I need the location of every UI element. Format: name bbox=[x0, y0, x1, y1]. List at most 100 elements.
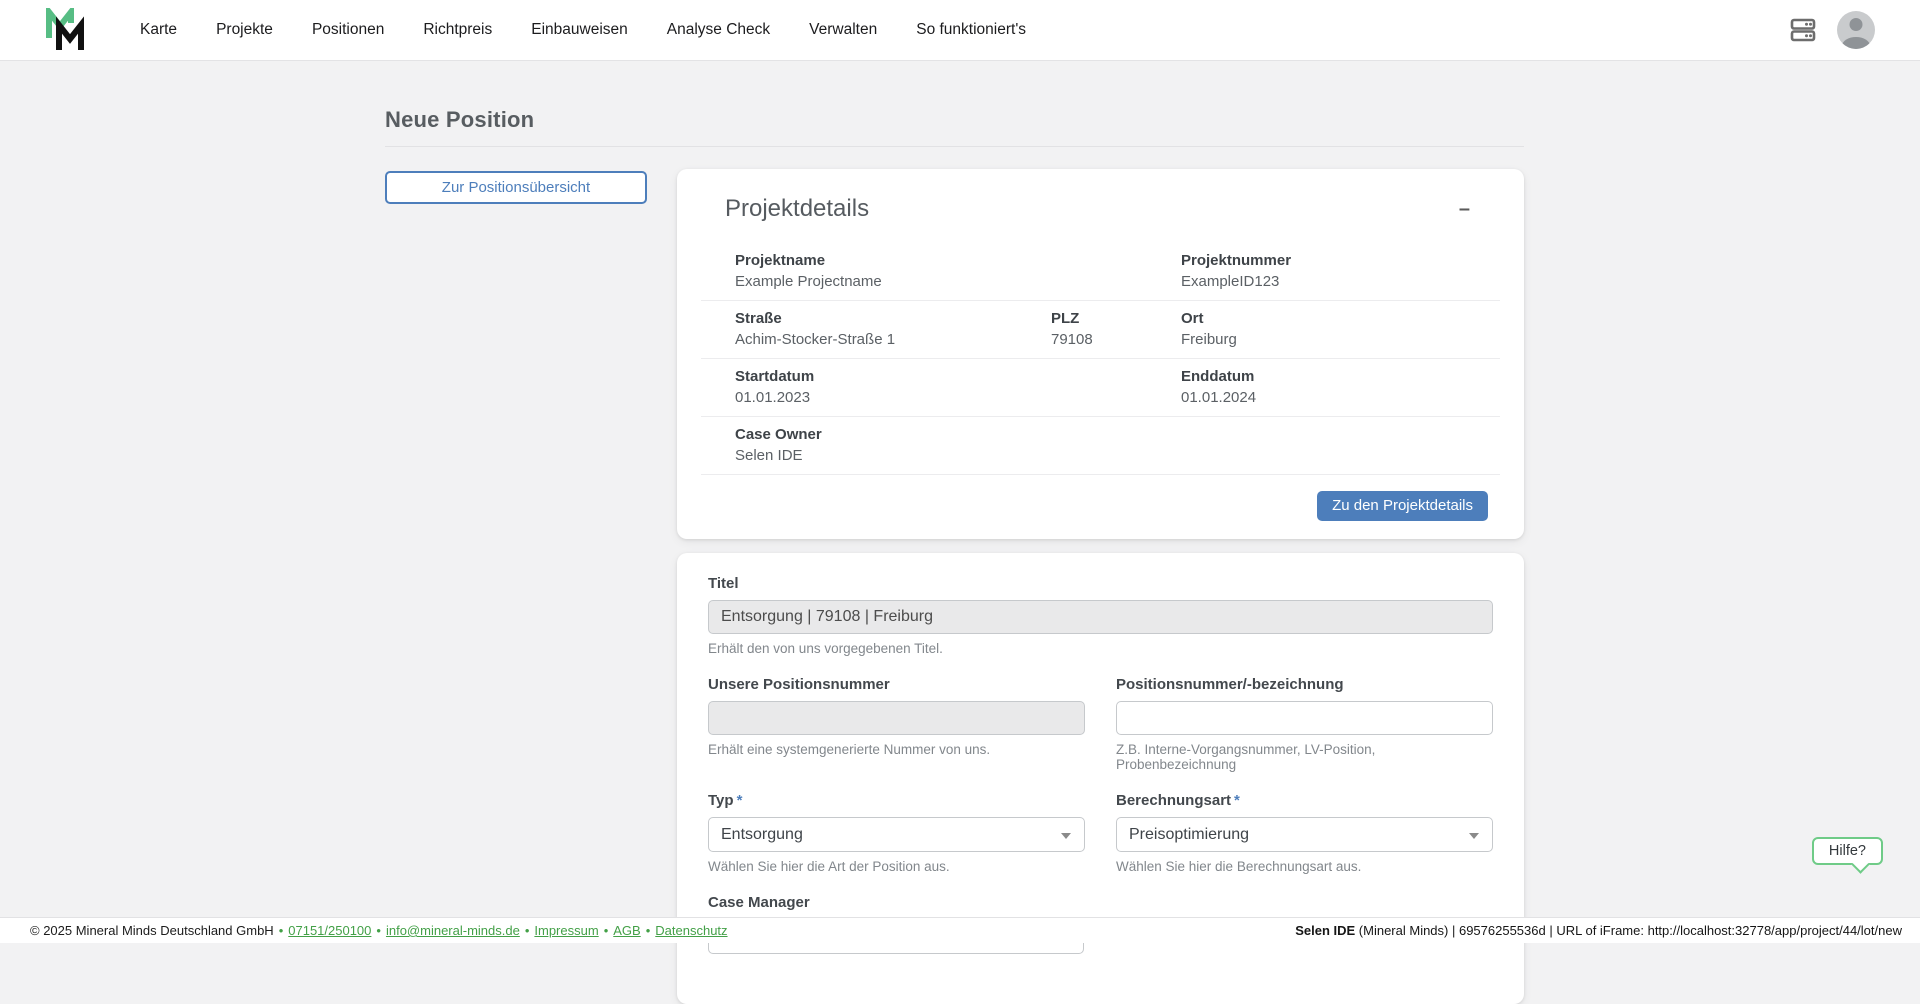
footer-separator: • bbox=[604, 923, 609, 938]
typ-label: Typ* bbox=[708, 792, 1085, 809]
field-value: Freiburg bbox=[1181, 331, 1500, 348]
our-position-number-input[interactable] bbox=[708, 701, 1085, 735]
chevron-down-icon bbox=[1469, 833, 1479, 839]
nav-item-projekte[interactable]: Projekte bbox=[216, 21, 273, 39]
field-label: Projektnummer bbox=[1181, 252, 1500, 269]
project-details-title: Projektdetails bbox=[725, 195, 869, 223]
nav-item-so-funktionierts[interactable]: So funktioniert's bbox=[916, 21, 1026, 39]
berechnungsart-label-text: Berechnungsart bbox=[1116, 792, 1231, 809]
footer-session-info: Selen IDE (Mineral Minds) | 69576255536d… bbox=[1295, 923, 1902, 938]
left-column: Zur Positionsübersicht bbox=[385, 169, 677, 1004]
field-label: Straße bbox=[735, 310, 1051, 327]
required-asterisk: * bbox=[1234, 792, 1240, 809]
nav-item-einbauweisen[interactable]: Einbauweisen bbox=[531, 21, 628, 39]
impressum-link[interactable]: Impressum bbox=[534, 923, 598, 938]
typ-selected-value: Entsorgung bbox=[721, 826, 803, 844]
avatar-body-icon bbox=[1842, 37, 1870, 49]
footer: © 2025 Mineral Minds Deutschland GmbH • … bbox=[0, 917, 1920, 943]
typ-field-group: Typ* Entsorgung Wählen Sie hier die Art … bbox=[708, 792, 1085, 874]
our-position-number-helper-text: Erhält eine systemgenerierte Nummer von … bbox=[708, 742, 1085, 757]
our-position-number-field-group: Unsere Positionsnummer Erhält eine syste… bbox=[708, 676, 1085, 772]
page-title: Neue Position bbox=[385, 107, 1524, 133]
nav-item-positionen[interactable]: Positionen bbox=[312, 21, 384, 39]
topbar-right-icons bbox=[1789, 11, 1875, 49]
main-content: Neue Position Zur Positionsübersicht Pro… bbox=[0, 61, 1920, 1004]
field-ort: Ort Freiburg bbox=[1181, 310, 1500, 348]
top-navigation-bar: Karte Projekte Positionen Richtpreis Ein… bbox=[0, 0, 1920, 61]
field-value: 01.01.2024 bbox=[1181, 389, 1500, 406]
footer-separator: • bbox=[646, 923, 651, 938]
case-manager-label: Case Manager bbox=[708, 894, 1493, 911]
titel-helper-text: Erhält den von uns vorgegebenen Titel. bbox=[708, 641, 1493, 656]
nav-item-richtpreis[interactable]: Richtpreis bbox=[423, 21, 492, 39]
table-row: Case Owner Selen IDE bbox=[701, 417, 1500, 475]
field-label: Ort bbox=[1181, 310, 1500, 327]
field-label: Startdatum bbox=[735, 368, 1181, 385]
main-nav: Karte Projekte Positionen Richtpreis Ein… bbox=[140, 21, 1026, 39]
berechnungsart-select[interactable]: Preisoptimierung bbox=[1116, 817, 1493, 852]
field-case-owner: Case Owner Selen IDE bbox=[735, 426, 1181, 464]
go-to-project-details-button[interactable]: Zu den Projektdetails bbox=[1317, 491, 1488, 521]
table-row: Projektname Example Projectname Projektn… bbox=[701, 243, 1500, 301]
position-number-input[interactable] bbox=[1116, 701, 1493, 735]
nav-item-verwalten[interactable]: Verwalten bbox=[809, 21, 877, 39]
datenschutz-link[interactable]: Datenschutz bbox=[655, 923, 727, 938]
position-number-label: Positionsnummer/-bezeichnung bbox=[1116, 676, 1493, 693]
title-divider bbox=[385, 146, 1524, 147]
field-value: 79108 bbox=[1051, 331, 1181, 348]
field-value: Example Projectname bbox=[735, 273, 1181, 290]
field-value: ExampleID123 bbox=[1181, 273, 1500, 290]
titel-field-group: Titel Erhält den von uns vorgegebenen Ti… bbox=[708, 575, 1493, 656]
berechnungsart-field-group: Berechnungsart* Preisoptimierung Wählen … bbox=[1116, 792, 1493, 874]
field-value: Selen IDE bbox=[735, 447, 1181, 464]
footer-session-text: (Mineral Minds) | 69576255536d | URL of … bbox=[1355, 923, 1902, 938]
titel-label: Titel bbox=[708, 575, 1493, 592]
typ-select[interactable]: Entsorgung bbox=[708, 817, 1085, 852]
our-position-number-label: Unsere Positionsnummer bbox=[708, 676, 1085, 693]
footer-user-name: Selen IDE bbox=[1295, 923, 1355, 938]
mineral-minds-logo-icon[interactable] bbox=[45, 8, 85, 52]
berechnungsart-helper-text: Wählen Sie hier die Berechnungsart aus. bbox=[1116, 859, 1493, 874]
nav-item-karte[interactable]: Karte bbox=[140, 21, 177, 39]
server-icon[interactable] bbox=[1789, 16, 1817, 44]
project-details-card: Projektdetails – Projektname Example Pro… bbox=[677, 169, 1524, 539]
footer-separator: • bbox=[525, 923, 530, 938]
footer-separator: • bbox=[279, 923, 284, 938]
field-value: Achim-Stocker-Straße 1 bbox=[735, 331, 1051, 348]
chevron-down-icon bbox=[1061, 833, 1071, 839]
table-row: Startdatum 01.01.2023 Enddatum 01.01.202… bbox=[701, 359, 1500, 417]
field-value: 01.01.2023 bbox=[735, 389, 1181, 406]
berechnungsart-label: Berechnungsart* bbox=[1116, 792, 1493, 809]
field-label: Case Owner bbox=[735, 426, 1181, 443]
table-row: Straße Achim-Stocker-Straße 1 PLZ 79108 … bbox=[701, 301, 1500, 359]
field-label: Enddatum bbox=[1181, 368, 1500, 385]
copyright-text: © 2025 Mineral Minds Deutschland GmbH bbox=[30, 923, 274, 938]
required-asterisk: * bbox=[737, 792, 743, 809]
typ-label-text: Typ bbox=[708, 792, 734, 809]
field-projektnummer: Projektnummer ExampleID123 bbox=[1181, 252, 1500, 290]
typ-helper-text: Wählen Sie hier die Art der Position aus… bbox=[708, 859, 1085, 874]
position-number-field-group: Positionsnummer/-bezeichnung Z.B. Intern… bbox=[1116, 676, 1493, 772]
email-link[interactable]: info@mineral-minds.de bbox=[386, 923, 520, 938]
berechnungsart-selected-value: Preisoptimierung bbox=[1129, 826, 1249, 844]
field-label: Projektname bbox=[735, 252, 1181, 269]
project-details-table: Projektname Example Projectname Projektn… bbox=[701, 243, 1500, 475]
back-to-positions-button[interactable]: Zur Positionsübersicht bbox=[385, 171, 647, 204]
nav-item-analyse-check[interactable]: Analyse Check bbox=[667, 21, 770, 39]
agb-link[interactable]: AGB bbox=[613, 923, 640, 938]
field-enddatum: Enddatum 01.01.2024 bbox=[1181, 368, 1500, 406]
collapse-card-button[interactable]: – bbox=[1453, 195, 1476, 223]
position-number-helper-text: Z.B. Interne-Vorgangsnummer, LV-Position… bbox=[1116, 742, 1493, 772]
field-strasse: Straße Achim-Stocker-Straße 1 bbox=[735, 310, 1051, 348]
user-avatar[interactable] bbox=[1837, 11, 1875, 49]
field-label: PLZ bbox=[1051, 310, 1181, 327]
help-button[interactable]: Hilfe? bbox=[1812, 837, 1883, 865]
titel-input[interactable] bbox=[708, 600, 1493, 634]
field-startdatum: Startdatum 01.01.2023 bbox=[735, 368, 1181, 406]
footer-separator: • bbox=[376, 923, 381, 938]
avatar-head-icon bbox=[1850, 18, 1863, 31]
field-projektname: Projektname Example Projectname bbox=[735, 252, 1181, 290]
phone-link[interactable]: 07151/250100 bbox=[288, 923, 371, 938]
field-plz: PLZ 79108 bbox=[1051, 310, 1181, 348]
right-column: Projektdetails – Projektname Example Pro… bbox=[677, 169, 1524, 1004]
